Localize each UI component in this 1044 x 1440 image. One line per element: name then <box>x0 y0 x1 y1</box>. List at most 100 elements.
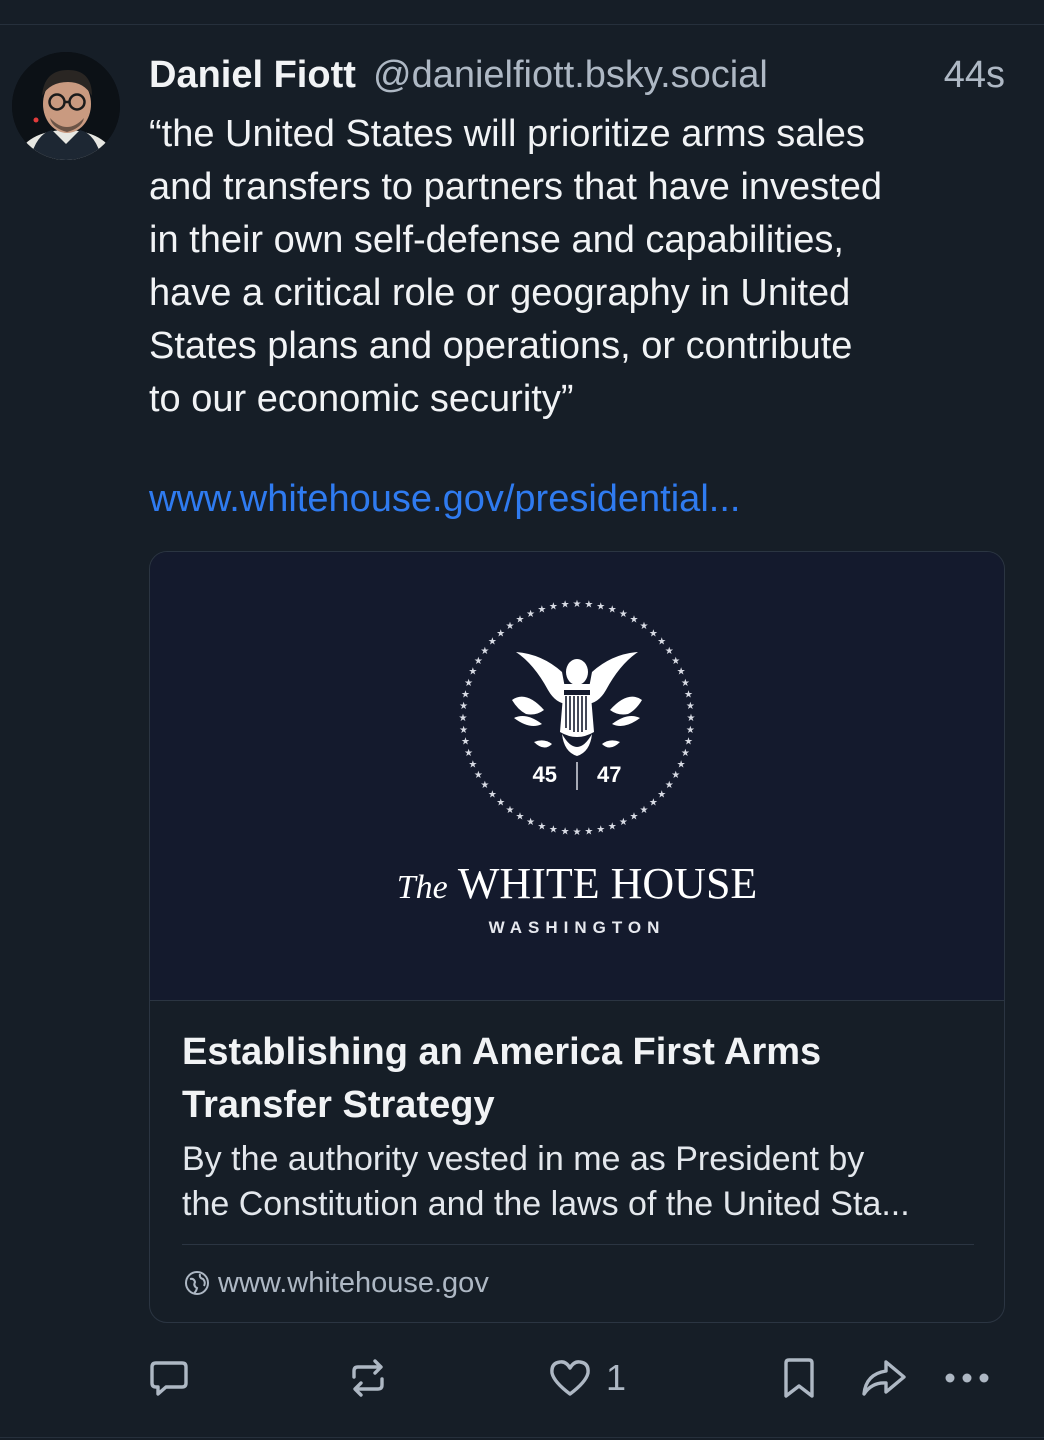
seal-star: ★ <box>657 789 666 800</box>
seal-star: ★ <box>681 678 690 689</box>
card-title-line: Transfer Strategy <box>182 1084 495 1126</box>
seal-star: ★ <box>573 827 582 838</box>
post-text-line: and transfers to partners that have inve… <box>149 166 882 208</box>
reply-icon <box>150 1361 188 1396</box>
like-button[interactable]: 1 <box>548 1354 626 1402</box>
seal-star: ★ <box>474 770 483 781</box>
seal-star: ★ <box>687 713 696 724</box>
seal-star: ★ <box>480 780 489 791</box>
bookmark-button[interactable] <box>780 1354 818 1402</box>
top-divider <box>0 24 1044 25</box>
repost-button[interactable] <box>346 1354 390 1402</box>
seal-star: ★ <box>526 609 535 620</box>
post-text-line: “the United States will prioritize arms … <box>149 113 865 155</box>
repost-icon <box>352 1359 384 1397</box>
link-preview-card[interactable]: ★ ★ ★ ★ ★ ★ ★ ★ ★ ★ ★ ★ ★ ★ ★ ★ ★ ★ ★ ★ ★ ★ ★ ★ ★ ★ ★ ★ ★ ★ ★ ★ ★ ★ ★ ★ ★ ★ ★ ★… <box>149 551 1005 1323</box>
seal-star: ★ <box>584 600 593 611</box>
globe-icon <box>185 1271 209 1295</box>
seal-star: ★ <box>686 701 695 712</box>
post-text-line: to our economic security” <box>149 378 574 420</box>
author-display-name[interactable]: Daniel Fiott <box>149 54 356 97</box>
seal-star: ★ <box>584 826 593 837</box>
post-text-line: in their own self-defense and capabiliti… <box>149 219 844 261</box>
seal-star: ★ <box>671 656 680 667</box>
post-link[interactable]: www.whitehouse.gov/presidential... <box>149 478 740 521</box>
share-icon <box>862 1360 906 1396</box>
seal-star: ★ <box>474 656 483 667</box>
seal-star: ★ <box>459 725 468 736</box>
seal-star: ★ <box>681 748 690 759</box>
seal-star: ★ <box>526 817 535 828</box>
seal-star: ★ <box>649 798 658 809</box>
seal-star: ★ <box>561 826 570 837</box>
seal-star: ★ <box>468 667 477 678</box>
like-count: 1 <box>606 1357 627 1398</box>
seal-star: ★ <box>608 605 617 616</box>
seal-star: ★ <box>506 805 515 816</box>
card-title[interactable]: Establishing an America First Arms Trans… <box>182 1026 982 1132</box>
post-header: Daniel Fiott @danielfiott.bsky.social 44… <box>149 48 1009 100</box>
like-icon <box>550 1360 590 1396</box>
bottom-divider <box>0 1437 1044 1438</box>
card-divider <box>182 1244 974 1245</box>
reply-button[interactable] <box>148 1354 190 1402</box>
seal-star: ★ <box>537 821 546 832</box>
card-description-line: the Constitution and the laws of the Uni… <box>182 1185 910 1223</box>
seal-star: ★ <box>596 825 605 836</box>
post-text-line: States plans and operations, or contribu… <box>149 325 853 367</box>
seal-star: ★ <box>684 689 693 700</box>
post-timestamp[interactable]: 44s <box>944 54 1005 97</box>
card-title-line: Establishing an America First Arms <box>182 1031 822 1073</box>
card-thumbnail: ★ ★ ★ ★ ★ ★ ★ ★ ★ ★ ★ ★ ★ ★ ★ ★ ★ ★ ★ ★ ★ ★ ★ ★ ★ ★ ★ ★ ★ ★ ★ ★ ★ ★ ★ ★ ★ ★ ★ ★… <box>150 552 1004 1001</box>
seal-star: ★ <box>516 614 525 625</box>
wordmark-main: WHITE HOUSE <box>457 859 758 908</box>
seal-star: ★ <box>461 737 470 748</box>
seal-star: ★ <box>573 599 582 610</box>
seal-star: ★ <box>516 812 525 823</box>
seal-star: ★ <box>640 805 649 816</box>
seal-star: ★ <box>496 628 505 639</box>
share-button[interactable] <box>860 1354 908 1402</box>
seal-star: ★ <box>561 600 570 611</box>
seal-star: ★ <box>686 725 695 736</box>
seal-star: ★ <box>630 614 639 625</box>
seal-star: ★ <box>684 737 693 748</box>
avatar-image <box>12 52 120 160</box>
seal-star: ★ <box>468 759 477 770</box>
seal-star: ★ <box>506 621 515 632</box>
seal-star: ★ <box>619 609 628 620</box>
seal-star: ★ <box>461 689 470 700</box>
seal-right-number: 47 <box>597 762 621 787</box>
seal-star: ★ <box>640 621 649 632</box>
seal-star: ★ <box>619 817 628 828</box>
card-domain: www.whitehouse.gov <box>218 1266 489 1299</box>
more-icon <box>945 1373 989 1383</box>
card-description: By the authority vested in me as Preside… <box>182 1137 982 1227</box>
author-handle[interactable]: @danielfiott.bsky.social <box>373 54 768 97</box>
post-text: “the United States will prioritize arms … <box>149 108 1009 426</box>
seal-star: ★ <box>677 759 686 770</box>
post-text-line: have a critical role or geography in Uni… <box>149 272 851 314</box>
seal-star: ★ <box>496 798 505 809</box>
card-domain-row: www.whitehouse.gov <box>184 1264 489 1302</box>
card-description-line: By the authority vested in me as Preside… <box>182 1140 865 1178</box>
white-house-wordmark: The WHITE HOUSE <box>150 858 1004 909</box>
wordmark-subtitle: WASHINGTON <box>488 918 666 937</box>
seal-star: ★ <box>549 602 558 613</box>
author-avatar[interactable] <box>12 52 120 160</box>
seal-star: ★ <box>464 748 473 759</box>
wordmark-prefix: The <box>396 869 448 906</box>
seal-star: ★ <box>459 701 468 712</box>
seal-star: ★ <box>630 812 639 823</box>
bookmark-icon <box>784 1358 814 1398</box>
seal-star: ★ <box>549 825 558 836</box>
seal-left-number: 45 <box>533 762 557 787</box>
seal-star: ★ <box>459 713 468 724</box>
seal-star: ★ <box>608 821 617 832</box>
seal-star: ★ <box>596 602 605 613</box>
seal-star: ★ <box>464 678 473 689</box>
more-options-button[interactable] <box>944 1354 990 1402</box>
seal-star: ★ <box>677 667 686 678</box>
presidential-seal-icon: ★★★★★★★★★★★★★★★★★★★★★★★★★★★★★★★★★★★★★★★★… <box>459 599 696 838</box>
seal-star: ★ <box>537 605 546 616</box>
